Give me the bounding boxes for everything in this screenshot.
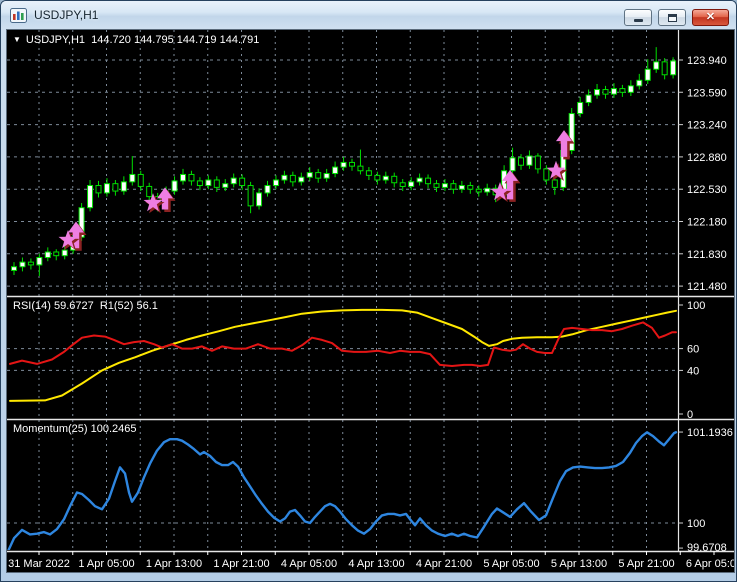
restore-icon bbox=[668, 14, 677, 22]
rsi-header: RSI(14) 59.6727 R1(52) 56.1 bbox=[13, 300, 158, 312]
momentum-axis-label: 101.1936 bbox=[687, 427, 733, 439]
close-icon: ✕ bbox=[706, 12, 715, 23]
chart-window: USDJPY,H1 ✕ 123.940 123.590 123.240 122.880… bbox=[0, 0, 737, 582]
restore-button[interactable] bbox=[658, 9, 686, 26]
rsi-fast-red bbox=[10, 322, 676, 366]
momentum-axis-label: 100 bbox=[687, 518, 705, 530]
time-axis-label: 5 Apr 05:00 bbox=[483, 558, 539, 570]
price-axis-label: 122.530 bbox=[687, 184, 727, 196]
time-axis-label: 1 Apr 13:00 bbox=[146, 558, 202, 570]
ohlc-header-text: USDJPY,H1 144.720 144.795 144.719 144.79… bbox=[26, 34, 259, 46]
time-axis-label: 6 Apr 05:00 bbox=[686, 558, 734, 570]
time-axis-label: 5 Apr 21:00 bbox=[618, 558, 674, 570]
time-axis-label: 1 Apr 05:00 bbox=[78, 558, 134, 570]
rsi-axis-label: 60 bbox=[687, 344, 699, 356]
chart-app-icon bbox=[10, 8, 27, 23]
chart-client-area: 123.940 123.590 123.240 122.880 122.530 122.1… bbox=[6, 29, 735, 573]
rsi-axis-label: 40 bbox=[687, 365, 699, 377]
panel-separators[interactable] bbox=[7, 30, 734, 552]
price-axis-label: 122.180 bbox=[687, 217, 727, 229]
window-title: USDJPY,H1 bbox=[34, 8, 98, 22]
symbol-dropdown-icon[interactable]: ▼ bbox=[13, 35, 21, 44]
close-button[interactable]: ✕ bbox=[692, 9, 729, 26]
minimize-button[interactable] bbox=[624, 9, 652, 26]
rsi-axis-label: 100 bbox=[687, 300, 705, 312]
rsi-axis-label: 0 bbox=[687, 409, 693, 421]
momentum-axis-label: 99.6708 bbox=[687, 542, 727, 554]
title-bar[interactable]: USDJPY,H1 ✕ bbox=[1, 1, 736, 29]
momentum-line-layer bbox=[7, 432, 676, 553]
time-axis-label: 4 Apr 21:00 bbox=[416, 558, 472, 570]
signal-markers-layer bbox=[59, 130, 575, 251]
ohlc-header: ▼ USDJPY,H1 144.720 144.795 144.719 144.7… bbox=[13, 34, 259, 46]
price-axis-label: 123.590 bbox=[687, 87, 727, 99]
price-axis-label: 122.880 bbox=[687, 152, 727, 164]
price-axis: 123.940 123.590 123.240 122.880 122.530 122.1… bbox=[678, 55, 733, 554]
time-axis-label: 4 Apr 05:00 bbox=[281, 558, 337, 570]
time-axis-label: 5 Apr 13:00 bbox=[551, 558, 607, 570]
time-axis-label: 31 Mar 2022 bbox=[8, 558, 70, 570]
momentum-header: Momentum(25) 100.2465 bbox=[13, 423, 137, 435]
minimize-icon bbox=[634, 19, 643, 22]
momentum-blue bbox=[7, 432, 676, 553]
candles-layer[interactable] bbox=[12, 47, 685, 276]
price-axis-label: 121.830 bbox=[687, 249, 727, 261]
price-axis-label: 123.240 bbox=[687, 120, 727, 132]
price-axis-label: 123.940 bbox=[687, 55, 727, 67]
price-axis-label: 121.480 bbox=[687, 281, 727, 293]
time-axis-label: 1 Apr 21:00 bbox=[213, 558, 269, 570]
time-axis-label: 4 Apr 13:00 bbox=[348, 558, 404, 570]
time-axis: 31 Mar 2022 1 Apr 05:00 1 Apr 13:00 1 Apr 2… bbox=[8, 551, 734, 570]
